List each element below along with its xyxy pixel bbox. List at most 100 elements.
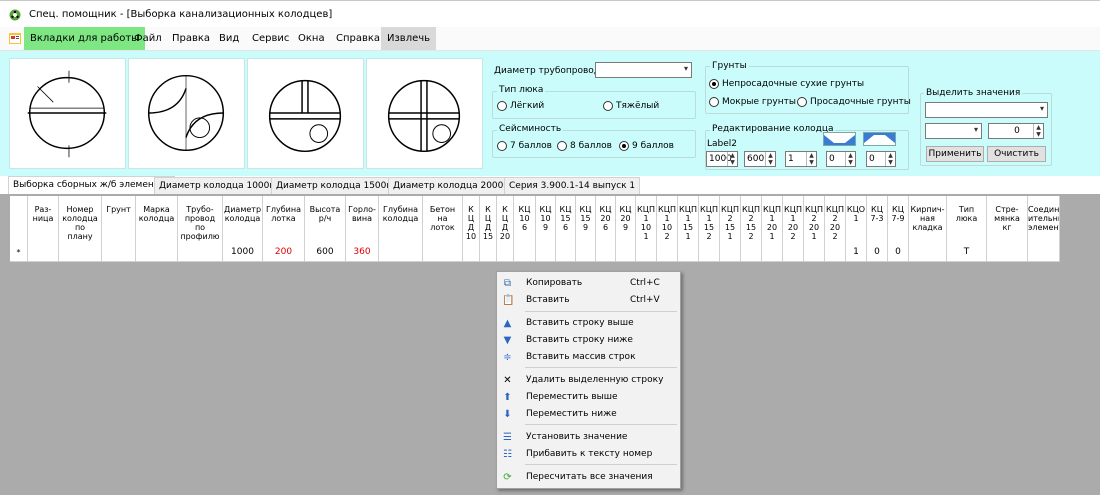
- table-cell[interactable]: [463, 244, 480, 261]
- column-header[interactable]: КЦП 1 20 1: [762, 196, 783, 245]
- table-cell[interactable]: [741, 244, 762, 261]
- column-header[interactable]: КЦ 10 6: [514, 196, 536, 245]
- table-cell[interactable]: [59, 244, 102, 261]
- well-scheme-3[interactable]: [247, 58, 364, 169]
- column-header[interactable]: КЦ 7-9: [888, 196, 909, 245]
- spinner-icon[interactable]: ▲ ▼: [727, 152, 737, 166]
- table-cell[interactable]: [536, 244, 556, 261]
- context-menu-item[interactable]: ▼ Вставить строку ниже: [499, 332, 678, 349]
- column-header[interactable]: Горло- вина: [346, 196, 379, 245]
- table-cell[interactable]: [596, 244, 616, 261]
- column-header[interactable]: Марка колодца: [136, 196, 178, 245]
- column-header[interactable]: К Ц Д 10: [463, 196, 480, 245]
- menu-service[interactable]: Сервис: [246, 27, 295, 50]
- spinner-icon[interactable]: ▲ ▼: [885, 152, 895, 166]
- context-menu-item[interactable]: 📋 Вставить Ctrl+V: [499, 292, 678, 309]
- clear-button[interactable]: Очистить: [987, 146, 1046, 162]
- table-row[interactable]: * 1000 200 600 360 1 0 0 Т: [10, 244, 1060, 262]
- apply-button[interactable]: Применить: [926, 146, 984, 162]
- row-marker[interactable]: *: [10, 244, 28, 261]
- column-header[interactable]: КЦП 1 10 2: [657, 196, 678, 245]
- column-header[interactable]: КЦ 7-3: [867, 196, 888, 245]
- table-cell[interactable]: 1: [846, 244, 867, 261]
- column-header[interactable]: КЦО 1: [846, 196, 867, 245]
- column-header[interactable]: КЦП 2 20 1: [804, 196, 825, 245]
- table-cell[interactable]: [178, 244, 223, 261]
- well-scheme-2[interactable]: [128, 58, 245, 169]
- column-header[interactable]: Раз- ница: [28, 196, 59, 245]
- table-cell[interactable]: [136, 244, 178, 261]
- column-header[interactable]: КЦ 15 9: [576, 196, 596, 245]
- menu-windows[interactable]: Окна: [292, 27, 331, 50]
- table-cell[interactable]: [699, 244, 720, 261]
- column-header[interactable]: КЦП 1 15 1: [678, 196, 699, 245]
- column-header[interactable]: Глубина лотка: [263, 196, 305, 245]
- context-menu-item[interactable]: ☷ Прибавить к тексту номер: [499, 446, 678, 463]
- well-scheme-4[interactable]: [366, 58, 483, 169]
- context-menu-item[interactable]: ☰ Установить значение: [499, 429, 678, 446]
- hatch-light-radio[interactable]: Лёгкий: [497, 101, 544, 111]
- table-cell[interactable]: [987, 244, 1028, 261]
- wedge-up-button[interactable]: [863, 132, 896, 146]
- edit-value-2[interactable]: 600 ▲ ▼: [744, 151, 776, 167]
- table-cell[interactable]: [480, 244, 497, 261]
- column-header[interactable]: К Ц Д 20: [497, 196, 514, 245]
- column-header[interactable]: Соедин- ительные элементы: [1028, 196, 1060, 245]
- soil-dry-radio[interactable]: Непросадочные сухие грунты: [709, 79, 864, 89]
- table-cell[interactable]: [825, 244, 846, 261]
- table-cell[interactable]: [423, 244, 463, 261]
- context-menu-item[interactable]: ⟳ Пересчитать все значения: [499, 469, 678, 486]
- column-header[interactable]: Бетон на лоток: [423, 196, 463, 245]
- edit-value-4[interactable]: 0 ▲ ▼: [826, 151, 856, 167]
- context-menu-item[interactable]: ⬇ Переместить ниже: [499, 406, 678, 423]
- table-cell[interactable]: [1028, 244, 1060, 261]
- tab-series-3900[interactable]: Серия 3.900.1-14 выпуск 1: [504, 177, 641, 194]
- context-menu-item[interactable]: ≑ Вставить массив строк: [499, 349, 678, 366]
- table-cell[interactable]: 200: [263, 244, 305, 261]
- menu-help[interactable]: Справка: [330, 27, 386, 50]
- column-header[interactable]: К Ц Д 15: [480, 196, 497, 245]
- spinner-icon[interactable]: ▲ ▼: [845, 152, 855, 166]
- table-cell[interactable]: [379, 244, 423, 261]
- column-header[interactable]: КЦ 20 9: [616, 196, 636, 245]
- tab-diameter-2000[interactable]: Диаметр колодца 2000мм: [388, 177, 522, 194]
- seismic-8-radio[interactable]: 8 баллов: [557, 141, 612, 151]
- column-header[interactable]: Кирпич- ная кладка: [909, 196, 947, 245]
- table-cell[interactable]: 360: [346, 244, 379, 261]
- table-cell[interactable]: [762, 244, 783, 261]
- context-menu-item[interactable]: ✕ Удалить выделенную строку: [499, 372, 678, 389]
- seismic-7-radio[interactable]: 7 баллов: [497, 141, 552, 151]
- table-cell[interactable]: [28, 244, 59, 261]
- spinner-icon[interactable]: ▲ ▼: [1033, 124, 1043, 138]
- tab-precast-elements[interactable]: Выборка сборных ж/б элементов: [8, 176, 175, 194]
- well-scheme-1[interactable]: [9, 58, 126, 169]
- column-header[interactable]: КЦП 1 20 2: [783, 196, 804, 245]
- table-cell[interactable]: [616, 244, 636, 261]
- select-values-column-select[interactable]: ▾: [925, 102, 1048, 118]
- wedge-down-button[interactable]: [823, 132, 856, 146]
- hatch-heavy-radio[interactable]: Тяжёлый: [603, 101, 659, 111]
- tab-diameter-1000[interactable]: Диаметр колодца 1000мм: [154, 177, 288, 194]
- table-cell[interactable]: 1000: [223, 244, 263, 261]
- column-header[interactable]: КЦП 1 10 1: [636, 196, 657, 245]
- column-header[interactable]: КЦ 15 6: [556, 196, 576, 245]
- column-header[interactable]: КЦП 1 15 2: [699, 196, 720, 245]
- column-header[interactable]: Высота р/ч: [305, 196, 346, 245]
- edit-value-5[interactable]: 0 ▲ ▼: [866, 151, 896, 167]
- edit-value-3[interactable]: 1 ▲ ▼: [785, 151, 817, 167]
- column-header[interactable]: КЦ 20 6: [596, 196, 616, 245]
- seismic-9-radio[interactable]: 9 баллов: [619, 141, 674, 151]
- soil-subsiding-radio[interactable]: Просадочные грунты: [797, 97, 911, 107]
- spinner-icon[interactable]: ▲ ▼: [765, 152, 775, 166]
- table-cell[interactable]: [804, 244, 825, 261]
- column-header[interactable]: КЦП 2 15 1: [720, 196, 741, 245]
- table-cell[interactable]: [102, 244, 136, 261]
- menu-tabs-for-work[interactable]: Вкладки для работы: [24, 27, 146, 50]
- edit-value-1[interactable]: 1000 ▲ ▼: [706, 151, 738, 167]
- select-values-operator-select[interactable]: ▾: [925, 123, 982, 139]
- menu-edit[interactable]: Правка: [166, 27, 216, 50]
- column-header[interactable]: Грунт: [102, 196, 136, 245]
- column-header[interactable]: Тип люка: [947, 196, 987, 245]
- soil-wet-radio[interactable]: Мокрые грунты: [709, 97, 796, 107]
- column-header[interactable]: КЦ 10 9: [536, 196, 556, 245]
